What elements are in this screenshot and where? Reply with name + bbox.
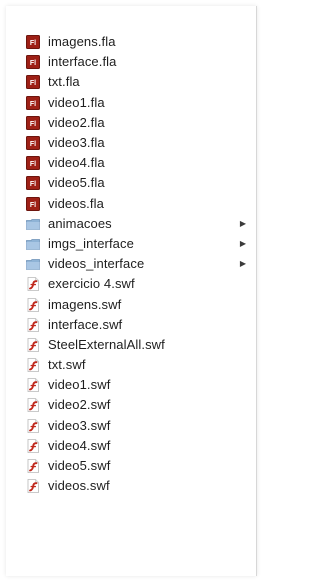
file-row[interactable]: video1.swf — [6, 375, 256, 395]
item-name: interface.fla — [48, 54, 117, 70]
file-row[interactable]: Fl video5.fla — [6, 173, 256, 193]
file-row[interactable]: Fl video1.fla — [6, 93, 256, 113]
item-name: video5.fla — [48, 175, 105, 191]
file-row[interactable]: Fl video4.fla — [6, 153, 256, 173]
file-list: Fl imagens.fla Fl interface.fla Fl txt.fla Fl v… — [6, 32, 256, 496]
item-name: video3.swf — [48, 417, 111, 433]
fla-file-icon: Fl — [26, 136, 40, 151]
swf-file-icon — [26, 358, 40, 372]
item-name: video5.swf — [48, 458, 111, 474]
svg-text:Fl: Fl — [30, 101, 36, 108]
file-row[interactable]: Fl imagens.fla — [6, 32, 256, 52]
item-name: video1.swf — [48, 377, 111, 393]
file-row[interactable]: exercicio 4.swf — [6, 274, 256, 294]
svg-text:Fl: Fl — [30, 161, 36, 168]
file-row[interactable]: Fl videos.fla — [6, 194, 256, 214]
fla-file-icon: Fl — [26, 115, 40, 130]
item-name: exercicio 4.swf — [48, 276, 135, 292]
item-name: videos_interface — [48, 256, 145, 272]
file-row[interactable]: video5.swf — [6, 456, 256, 476]
swf-file-icon — [26, 459, 40, 473]
fla-file-icon: Fl — [26, 75, 40, 90]
item-name: video4.fla — [48, 155, 105, 171]
svg-text:Fl: Fl — [30, 181, 36, 188]
item-name: txt.swf — [48, 357, 86, 373]
swf-file-icon — [26, 378, 40, 393]
folder-icon — [26, 237, 40, 251]
swf-file-icon — [26, 479, 40, 494]
item-name: video1.fla — [48, 94, 105, 110]
file-row[interactable]: videos.swf — [6, 476, 256, 496]
item-name: SteelExternalAll.swf — [48, 336, 165, 352]
item-name: interface.swf — [48, 316, 123, 332]
file-row[interactable]: Fl interface.fla — [6, 52, 256, 72]
item-name: videos.fla — [48, 195, 104, 211]
item-name: imgs_interface — [48, 235, 134, 251]
file-row[interactable]: txt.swf — [6, 355, 256, 375]
fla-file-icon: Fl — [26, 95, 40, 110]
folder-row[interactable]: imgs_interface ▶ — [6, 234, 256, 254]
folder-icon — [26, 217, 40, 231]
file-row[interactable]: SteelExternalAll.swf — [6, 335, 256, 355]
folder-row[interactable]: animacoes ▶ — [6, 214, 256, 234]
fla-file-icon: Fl — [26, 35, 40, 50]
finder-column: Fl imagens.fla Fl interface.fla Fl txt.fla Fl v… — [6, 6, 257, 576]
file-row[interactable]: video4.swf — [6, 436, 256, 456]
item-name: video4.swf — [48, 437, 111, 453]
fla-file-icon: Fl — [26, 196, 40, 211]
item-name: video2.swf — [48, 397, 111, 413]
item-name: video2.fla — [48, 114, 105, 130]
disclosure-arrow-icon[interactable]: ▶ — [240, 239, 246, 249]
item-name: imagens.fla — [48, 34, 116, 50]
folder-icon — [26, 257, 40, 271]
disclosure-arrow-icon[interactable]: ▶ — [240, 259, 246, 269]
svg-text:Fl: Fl — [30, 202, 36, 209]
item-name: video3.fla — [48, 135, 105, 151]
svg-text:Fl: Fl — [30, 40, 36, 47]
item-name: videos.swf — [48, 478, 110, 494]
item-name: animacoes — [48, 215, 112, 231]
file-row[interactable]: Fl video2.fla — [6, 113, 256, 133]
file-row[interactable]: Fl video3.fla — [6, 133, 256, 153]
svg-text:Fl: Fl — [30, 121, 36, 128]
swf-file-icon — [26, 277, 40, 292]
file-row[interactable]: Fl txt.fla — [6, 72, 256, 92]
swf-file-icon — [26, 438, 40, 453]
swf-file-icon — [26, 317, 40, 332]
swf-file-icon — [26, 398, 40, 413]
fla-file-icon: Fl — [26, 156, 40, 171]
folder-row[interactable]: videos_interface ▶ — [6, 254, 256, 274]
file-row[interactable]: imagens.swf — [6, 294, 256, 314]
swf-file-icon — [26, 297, 40, 312]
swf-file-icon — [26, 338, 40, 352]
item-name: txt.fla — [48, 74, 80, 90]
file-row[interactable]: interface.swf — [6, 315, 256, 335]
file-row[interactable]: video3.swf — [6, 416, 256, 436]
item-name: imagens.swf — [48, 296, 122, 312]
svg-text:Fl: Fl — [30, 141, 36, 148]
file-row[interactable]: video2.swf — [6, 395, 256, 415]
fla-file-icon: Fl — [26, 176, 40, 191]
swf-file-icon — [26, 418, 40, 433]
svg-text:Fl: Fl — [30, 80, 36, 87]
fla-file-icon: Fl — [26, 55, 40, 70]
disclosure-arrow-icon[interactable]: ▶ — [240, 219, 246, 229]
svg-text:Fl: Fl — [30, 60, 36, 67]
